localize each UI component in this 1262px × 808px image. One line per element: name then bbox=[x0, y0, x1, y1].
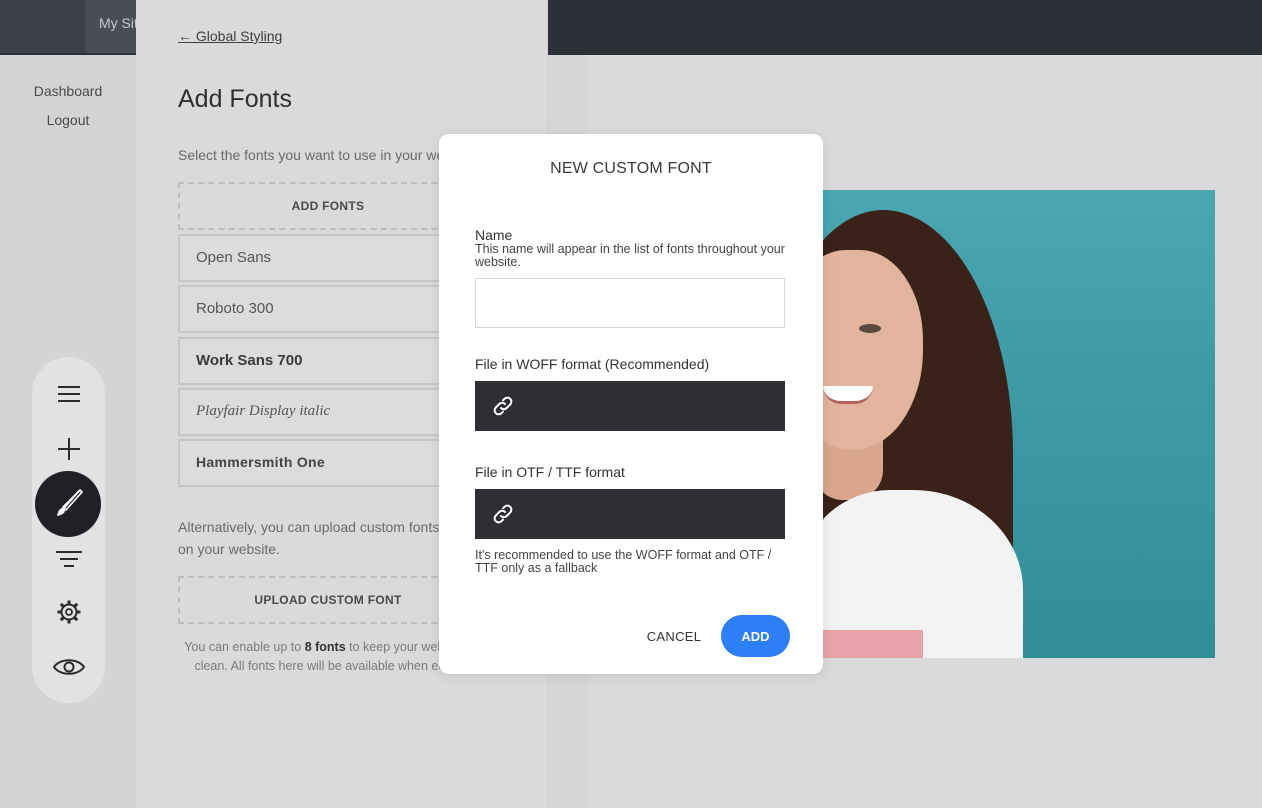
font-item-roboto-300[interactable]: Roboto 300 bbox=[178, 285, 478, 333]
add-button[interactable]: ADD bbox=[721, 615, 790, 657]
filter-button[interactable] bbox=[32, 538, 105, 582]
name-help-text: This name will appear in the list of fon… bbox=[475, 242, 785, 269]
preview-button[interactable] bbox=[32, 645, 105, 689]
woff-label: File in WOFF format (Recommended) bbox=[475, 356, 710, 372]
link-icon bbox=[493, 504, 513, 524]
nav-dashboard-link[interactable]: Dashboard bbox=[0, 83, 136, 99]
alternative-text: Alternatively, you can upload custom fon… bbox=[178, 519, 482, 557]
brush-icon bbox=[57, 488, 84, 516]
add-element-button[interactable] bbox=[32, 427, 105, 471]
otf-ttf-file-field[interactable] bbox=[475, 489, 785, 539]
link-icon bbox=[493, 396, 513, 416]
new-custom-font-dialog: NEW CUSTOM FONT Name This name will appe… bbox=[439, 134, 823, 674]
name-label: Name bbox=[475, 227, 513, 243]
font-item-open-sans[interactable]: Open Sans bbox=[178, 234, 478, 282]
menu-icon bbox=[57, 386, 80, 402]
hero-photo bbox=[823, 190, 1215, 658]
font-name-input[interactable] bbox=[475, 278, 785, 328]
woff-file-field[interactable] bbox=[475, 381, 785, 431]
top-bar-left bbox=[0, 0, 85, 53]
settings-button[interactable] bbox=[32, 590, 105, 634]
back-to-global-styling-link[interactable]: ← Global Styling bbox=[178, 28, 282, 44]
dialog-title: NEW CUSTOM FONT bbox=[550, 160, 712, 177]
panel-description: Select the fonts you want to use in your… bbox=[178, 147, 478, 163]
nav-logout-link[interactable]: Logout bbox=[0, 112, 136, 128]
font-item-hammersmith-one[interactable]: Hammersmith One bbox=[178, 439, 478, 487]
filter-icon bbox=[55, 551, 82, 567]
otf-label: File in OTF / TTF format bbox=[475, 464, 625, 480]
eye-icon bbox=[52, 659, 85, 675]
panel-title: Add Fonts bbox=[178, 85, 292, 113]
font-item-work-sans-700[interactable]: Work Sans 700 bbox=[178, 337, 478, 385]
format-help-text: It's recommended to use the WOFF format … bbox=[475, 548, 772, 575]
plus-icon bbox=[57, 438, 80, 460]
cancel-button[interactable]: CANCEL bbox=[635, 615, 713, 657]
menu-button[interactable] bbox=[32, 372, 105, 416]
editor-toolbar bbox=[32, 357, 105, 703]
add-fonts-button[interactable]: ADD FONTS bbox=[178, 182, 478, 230]
global-styling-button[interactable] bbox=[35, 471, 101, 537]
font-item-playfair-italic[interactable]: Playfair Display italic bbox=[178, 388, 478, 436]
gear-icon bbox=[57, 600, 80, 624]
upload-custom-font-button[interactable]: UPLOAD CUSTOM FONT bbox=[178, 576, 478, 624]
